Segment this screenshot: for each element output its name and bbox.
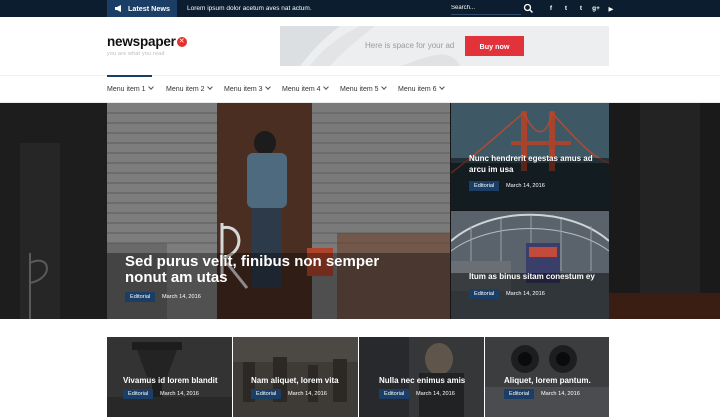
menu-item-label: Menu item 2 [166,86,205,93]
social-links: f t t g+ ▶ [547,0,615,17]
googleplus-icon[interactable]: g+ [592,4,600,14]
featured-article-side-1[interactable]: Nunc hendrerit egestas amus ad arcu im u… [451,103,609,210]
twitter-icon[interactable]: t [577,4,585,14]
logo-badge-icon: ✕ [176,37,187,47]
menu-item-label: Menu item 3 [224,86,263,93]
latest-news-label: Latest News [128,4,170,13]
article-date: March 14, 2016 [288,391,327,397]
menu-item-5[interactable]: Menu item 5 [340,76,387,103]
article-date: March 14, 2016 [506,183,545,189]
train-station-image [451,211,609,319]
article-date: March 14, 2016 [506,291,545,297]
menu-item-label: Menu item 6 [398,86,437,93]
ad-text: Here is space for your ad [365,41,455,50]
side-article-title[interactable]: Nunc hendrerit egestas amus ad arcu im u… [469,153,609,175]
article-card-title[interactable]: Nam aliquet, lorem vita [251,376,358,386]
top-bar-inner: Latest News Lorem ipsum dolor acetum ave… [107,0,614,17]
top-bar: Latest News Lorem ipsum dolor acetum ave… [0,0,720,17]
featured-article-image [107,103,450,319]
article-card-4[interactable]: Aliquet, lorem pantum. Editorial March 1… [485,337,609,417]
facebook-icon[interactable]: f [547,4,555,14]
menu-item-3[interactable]: Menu item 3 [224,76,271,103]
ad-banner[interactable]: Here is space for your ad Buy now [280,26,609,66]
menu-item-4[interactable]: Menu item 4 [282,76,329,103]
category-tag[interactable]: Editorial [469,181,500,191]
buy-now-button[interactable]: Buy now [465,36,524,56]
article-card-2[interactable]: Nam aliquet, lorem vita Editorial March … [233,337,358,417]
side-article-title[interactable]: Itum as binus sitam conestum ey [469,271,609,282]
search-form [451,0,537,17]
chevron-down-icon [147,84,154,90]
chevron-down-icon [438,84,445,90]
logo-text: newspaper [107,34,176,49]
youtube-icon[interactable]: ▶ [607,4,615,14]
article-date: March 14, 2016 [541,391,580,397]
article-card-title[interactable]: Vivamus id lorem blandit [123,376,232,386]
menu-item-6[interactable]: Menu item 6 [398,76,445,103]
category-tag[interactable]: Editorial [125,292,156,302]
article-date: March 14, 2016 [162,294,201,300]
tumblr-icon[interactable]: t [562,4,570,14]
site-logo[interactable]: newspaper ✕ [107,33,187,51]
featured-article-main[interactable]: Sed purus velit, finibus non semper nonu… [107,103,450,319]
menu-item-label: Menu item 1 [107,86,146,93]
category-tag[interactable]: Editorial [251,389,282,399]
featured-article-title[interactable]: Sed purus velit, finibus non semper nonu… [125,254,395,286]
category-tag[interactable]: Editorial [379,389,410,399]
menu-item-label: Menu item 4 [282,86,321,93]
article-date: March 14, 2016 [416,391,455,397]
chevron-down-icon [206,84,213,90]
hero-section: Sed purus velit, finibus non semper nonu… [0,103,720,319]
category-tag[interactable]: Editorial [469,289,500,299]
search-icon[interactable] [523,3,534,14]
article-card-title[interactable]: Nulla nec enimus amis [379,376,484,386]
article-card-1[interactable]: Vivamus id lorem blandit Editorial March… [107,337,232,417]
search-input[interactable] [451,2,521,15]
megaphone-icon [115,5,121,12]
chevron-down-icon [264,84,271,90]
article-card-3[interactable]: Nulla nec enimus amis Editorial March 14… [359,337,484,417]
category-tag[interactable]: Editorial [504,389,535,399]
category-tag[interactable]: Editorial [123,389,154,399]
chevron-down-icon [380,84,387,90]
menu-item-2[interactable]: Menu item 2 [166,76,213,103]
featured-article-side-2[interactable]: Itum as binus sitam conestum ey Editoria… [451,211,609,319]
latest-news-badge[interactable]: Latest News [107,0,177,17]
site-tagline: you are what you read [107,51,165,57]
article-card-title[interactable]: Aliquet, lorem pantum. [504,376,609,386]
news-ticker[interactable]: Lorem ipsum dolor acetum aves nat actum. [187,0,312,17]
article-date: March 14, 2016 [160,391,199,397]
menu-item-1[interactable]: Menu item 1 [107,76,154,103]
menu-item-label: Menu item 5 [340,86,379,93]
main-menu: Menu item 1 Menu item 2 Menu item 3 Menu… [0,75,720,103]
chevron-down-icon [322,84,329,90]
